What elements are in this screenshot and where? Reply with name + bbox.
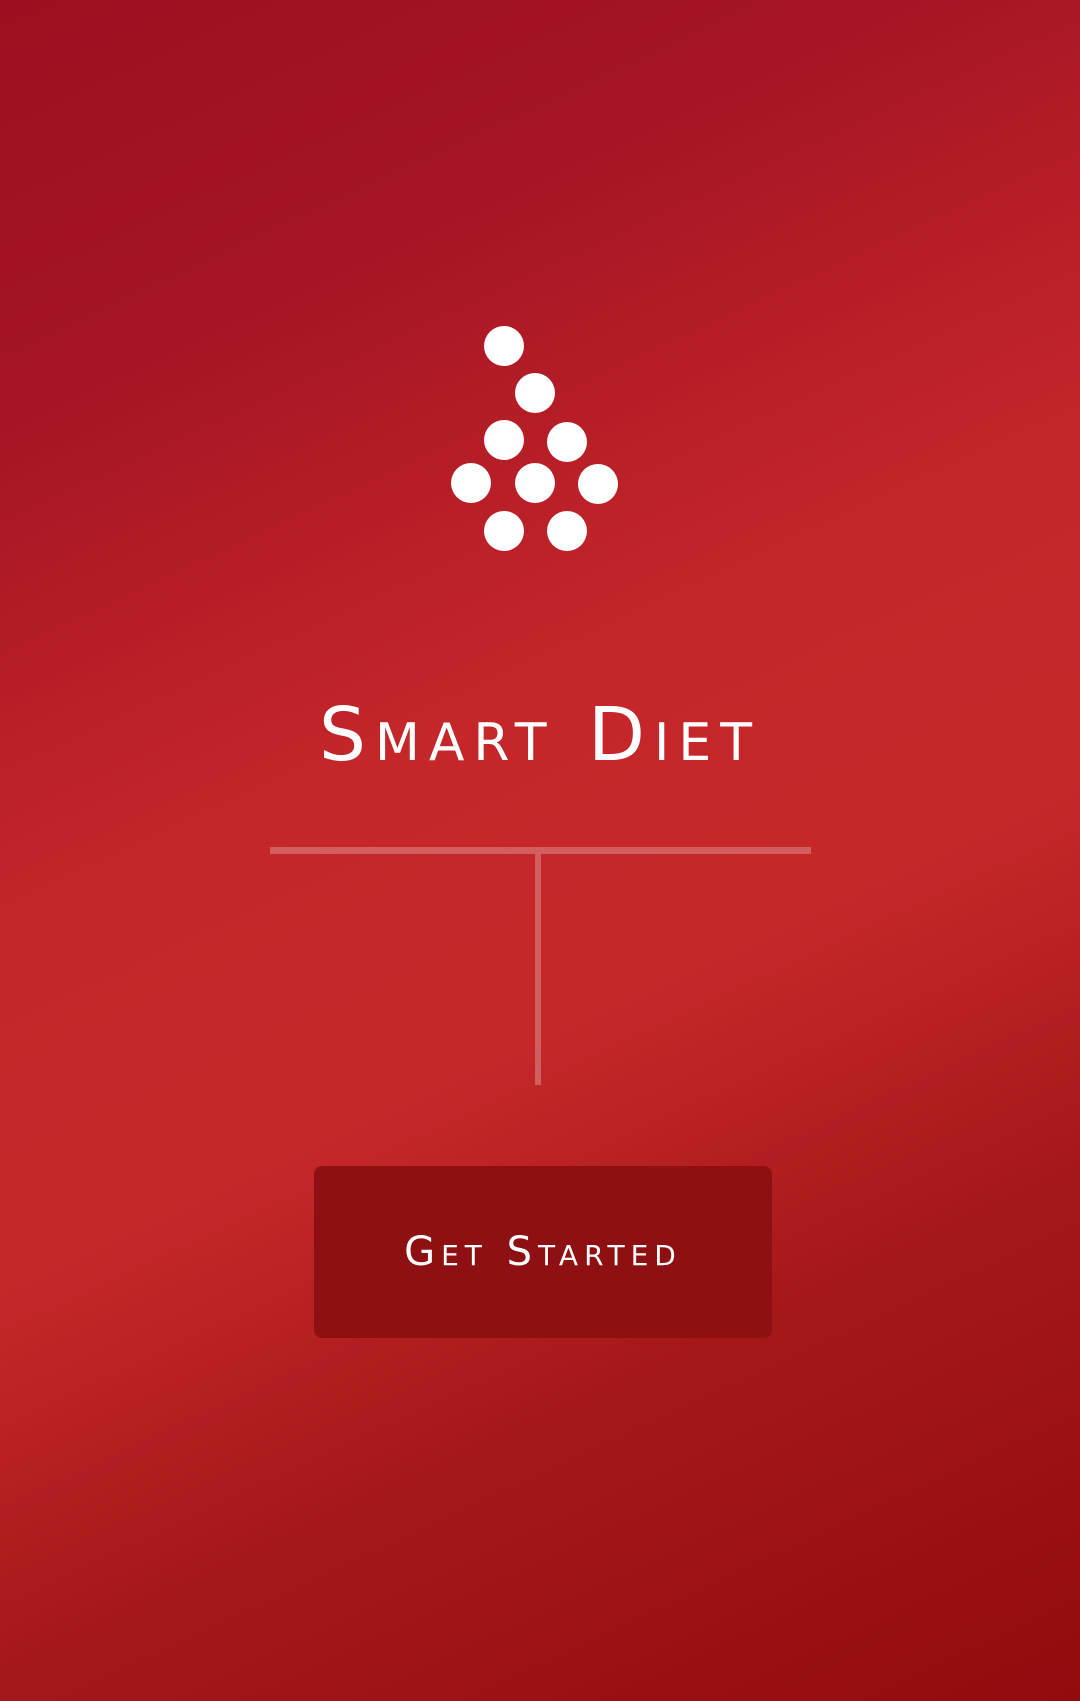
logo-dot [484,326,524,366]
logo-dot [484,511,524,551]
splash-screen: Smart Diet Get Started [0,0,1080,1701]
vertical-divider [535,854,541,1085]
logo-dot [547,422,587,462]
logo-dot [484,420,524,460]
logo-dot [515,463,555,503]
logo-dot [578,464,618,504]
logo-dot [451,463,491,503]
app-title: Smart Diet [319,692,761,778]
water-drop-dots-icon [440,318,640,558]
get-started-button[interactable]: Get Started [314,1166,772,1338]
logo-dot [547,511,587,551]
horizontal-divider [270,847,811,854]
logo-dot [515,373,555,413]
